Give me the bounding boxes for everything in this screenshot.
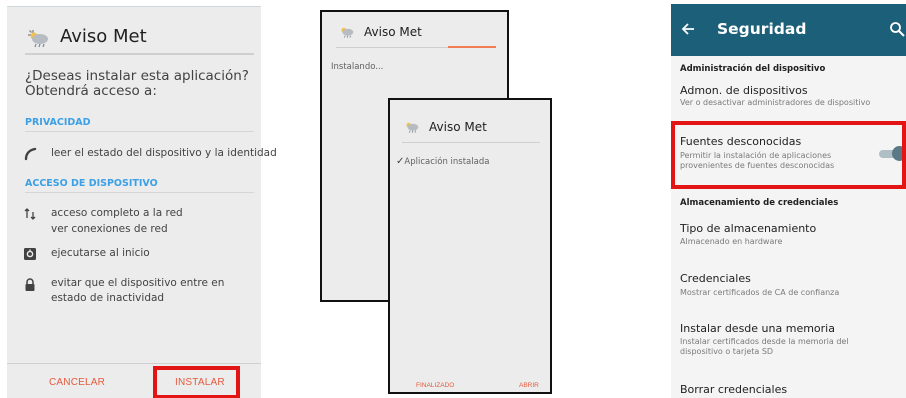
header-divider [402, 142, 540, 143]
permission-item: ver conexiones de red [51, 223, 168, 235]
search-icon[interactable] [889, 21, 906, 38]
permission-item: evitar que el dispositivo entre en estad… [51, 277, 225, 304]
install-button-highlight [153, 366, 240, 398]
section-device-admin-heading: Administración del dispositivo [680, 64, 826, 74]
app-bar: Seguridad [671, 4, 906, 56]
installed-dialog: Aviso Met ✓Aplicación instalada FINALIZA… [388, 98, 552, 394]
setting-title: Borrar credenciales [680, 383, 788, 396]
permission-item: ejecutarse al inicio [51, 247, 150, 259]
unknown-sources-highlight [671, 121, 906, 189]
cancel-button[interactable]: CANCELAR [49, 377, 105, 388]
weather-app-icon [406, 122, 419, 133]
section-divider [25, 131, 254, 132]
setting-title: Admon. de dispositivos [680, 84, 808, 97]
setting-title: Credenciales [680, 272, 751, 285]
section-divider [25, 192, 254, 193]
footer-divider [7, 363, 261, 364]
startup-icon [24, 248, 36, 260]
permission-item: acceso completo a la red [51, 207, 183, 219]
page-title: Seguridad [717, 20, 807, 38]
install-progress-bar [448, 46, 496, 48]
back-arrow-icon[interactable] [680, 21, 696, 37]
header-divider [25, 53, 254, 55]
install-dialog: Aviso Met ¿Deseas instalar esta aplicaci… [7, 6, 277, 398]
lock-icon [25, 278, 35, 291]
install-question: ¿Deseas instalar esta aplicación? Obtend… [25, 68, 249, 99]
done-button[interactable]: FINALIZADO [416, 382, 454, 389]
setting-subtitle: Ver o desactivar administradores de disp… [680, 98, 871, 107]
network-arrows-icon [24, 208, 36, 220]
installed-status-text: Aplicación instalada [404, 157, 490, 167]
setting-title: Instalar desde una memoria [680, 322, 835, 335]
setting-subtitle: Instalar certificados desde la memoria d… [680, 337, 849, 356]
weather-app-icon [341, 27, 354, 38]
installed-status: ✓Aplicación instalada [396, 156, 489, 167]
app-name: Aviso Met [60, 26, 147, 47]
weather-app-icon [28, 30, 48, 48]
open-button[interactable]: ABRIR [519, 382, 539, 389]
security-settings-screen: Seguridad Administración del dispositivo… [671, 4, 906, 398]
setting-title: Tipo de almacenamiento [680, 222, 817, 235]
app-name: Aviso Met [364, 25, 422, 39]
install-status: Instalando... [331, 62, 384, 72]
section-credentials-heading: Almacenamiento de credenciales [680, 198, 839, 208]
app-name: Aviso Met [429, 120, 487, 134]
section-device-access-heading: ACCESO DE DISPOSITIVO [25, 178, 158, 189]
phone-icon [24, 147, 37, 161]
permission-item: leer el estado del dispositivo y la iden… [51, 147, 277, 159]
setting-subtitle: Mostrar certificados de CA de confianza [680, 288, 840, 297]
section-privacy-heading: PRIVACIDAD [25, 117, 91, 128]
setting-subtitle: Almacenado en hardware [680, 237, 783, 246]
